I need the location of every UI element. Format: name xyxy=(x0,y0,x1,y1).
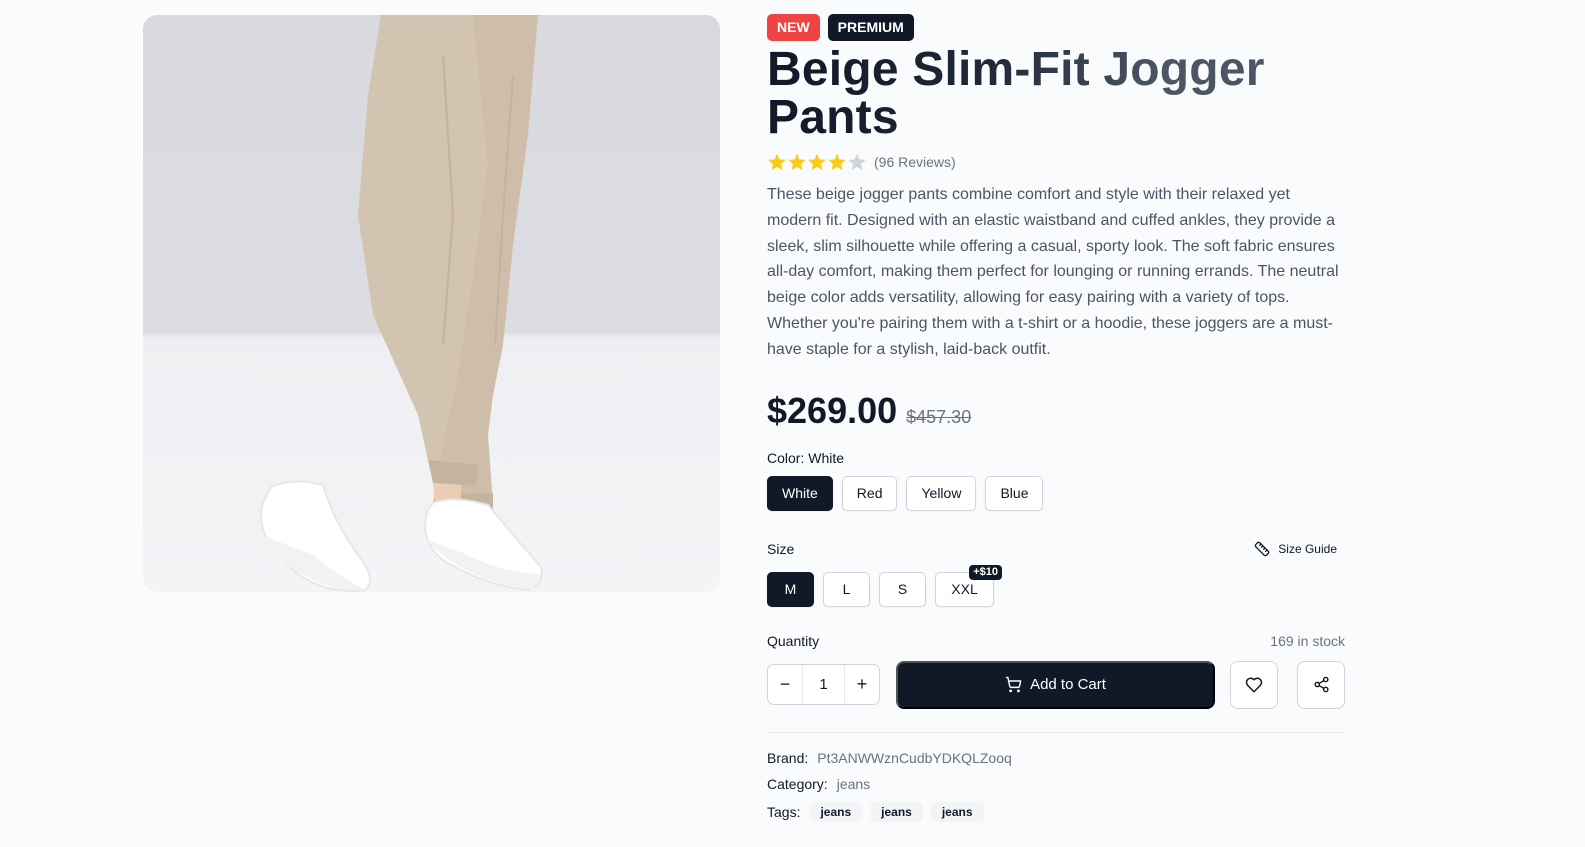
color-label: Color: White xyxy=(767,449,845,466)
action-row: − 1 + Add to Cart xyxy=(767,660,1347,709)
decrease-quantity-button[interactable]: − xyxy=(768,665,802,704)
brand-key: Brand: xyxy=(767,749,809,766)
size-header: Size Size Guide xyxy=(767,541,1345,557)
stock-status: 169 in stock xyxy=(1270,632,1345,649)
add-to-cart-button[interactable]: Add to Cart xyxy=(896,660,1215,709)
color-options: White Red Yellow Blue xyxy=(767,475,1347,511)
size-option-m[interactable]: M xyxy=(767,571,814,607)
star-empty-icon xyxy=(848,153,866,171)
cart-icon xyxy=(1005,676,1022,693)
wishlist-button[interactable] xyxy=(1230,660,1278,709)
badge-group: NEW PREMIUM xyxy=(767,14,1347,41)
tag-chip[interactable]: jeans xyxy=(809,801,863,822)
rating: (96 Reviews) xyxy=(767,150,1347,174)
category-key: Category: xyxy=(767,775,828,792)
tags-row: Tags: jeans jeans jeans xyxy=(767,801,1347,822)
share-button[interactable] xyxy=(1297,660,1345,709)
review-count[interactable]: (96 Reviews) xyxy=(874,154,956,170)
color-option-yellow[interactable]: Yellow xyxy=(906,475,977,511)
category-row: Category: jeans xyxy=(767,776,1347,792)
current-price: $269.00 xyxy=(767,389,898,431)
heart-icon xyxy=(1245,677,1263,693)
size-option-l[interactable]: L xyxy=(823,571,870,607)
increase-quantity-button[interactable]: + xyxy=(845,665,879,704)
size-option-xxl[interactable]: XXL +$10 xyxy=(935,564,1002,607)
color-option-red[interactable]: Red xyxy=(841,475,898,511)
size-options: M L S XXL +$10 xyxy=(767,564,1347,607)
quantity-stepper: − 1 + xyxy=(767,664,880,706)
star-icon xyxy=(768,153,786,171)
premium-badge: PREMIUM xyxy=(827,14,914,41)
star-icon xyxy=(828,153,846,171)
tag-chip[interactable]: jeans xyxy=(870,801,923,822)
share-icon xyxy=(1313,676,1329,693)
quantity-header: Quantity 169 in stock xyxy=(767,633,1345,649)
size-extra-price-badge: +$10 xyxy=(969,564,1002,580)
quantity-label: Quantity xyxy=(767,632,820,649)
add-to-cart-label: Add to Cart xyxy=(1030,676,1106,694)
size-guide-link[interactable]: Size Guide xyxy=(1254,541,1337,557)
divider xyxy=(767,731,1345,733)
tags-key: Tags: xyxy=(767,803,801,820)
product-description: These beige jogger pants combine comfort… xyxy=(767,186,1339,358)
brand-value: Pt3ANWWznCudbYDKQLZooq xyxy=(817,749,1012,766)
new-badge: NEW xyxy=(767,14,820,41)
tag-chip[interactable]: jeans xyxy=(930,801,984,822)
original-price: $457.30 xyxy=(906,406,972,427)
star-icon xyxy=(808,153,826,171)
product-image xyxy=(143,15,720,592)
star-rating xyxy=(767,152,867,172)
brand-row: Brand: Pt3ANWWznCudbYDKQLZooq xyxy=(767,750,1347,766)
product-info: NEW PREMIUM Beige Slim-Fit Jogger Pants … xyxy=(767,14,1347,822)
ruler-icon xyxy=(1254,541,1270,556)
product-title: Beige Slim-Fit Jogger Pants xyxy=(767,46,1327,142)
star-icon xyxy=(788,153,806,171)
size-option-xxl-label: XXL xyxy=(951,581,978,598)
color-option-blue[interactable]: Blue xyxy=(985,475,1044,511)
category-value[interactable]: jeans xyxy=(837,776,870,792)
size-guide-label: Size Guide xyxy=(1278,541,1337,556)
color-option-white[interactable]: White xyxy=(767,475,833,511)
quantity-input[interactable]: 1 xyxy=(802,665,845,705)
size-label: Size xyxy=(767,540,795,557)
size-option-s[interactable]: S xyxy=(879,571,926,607)
price-row: $269.00 $457.30 xyxy=(767,390,1347,434)
